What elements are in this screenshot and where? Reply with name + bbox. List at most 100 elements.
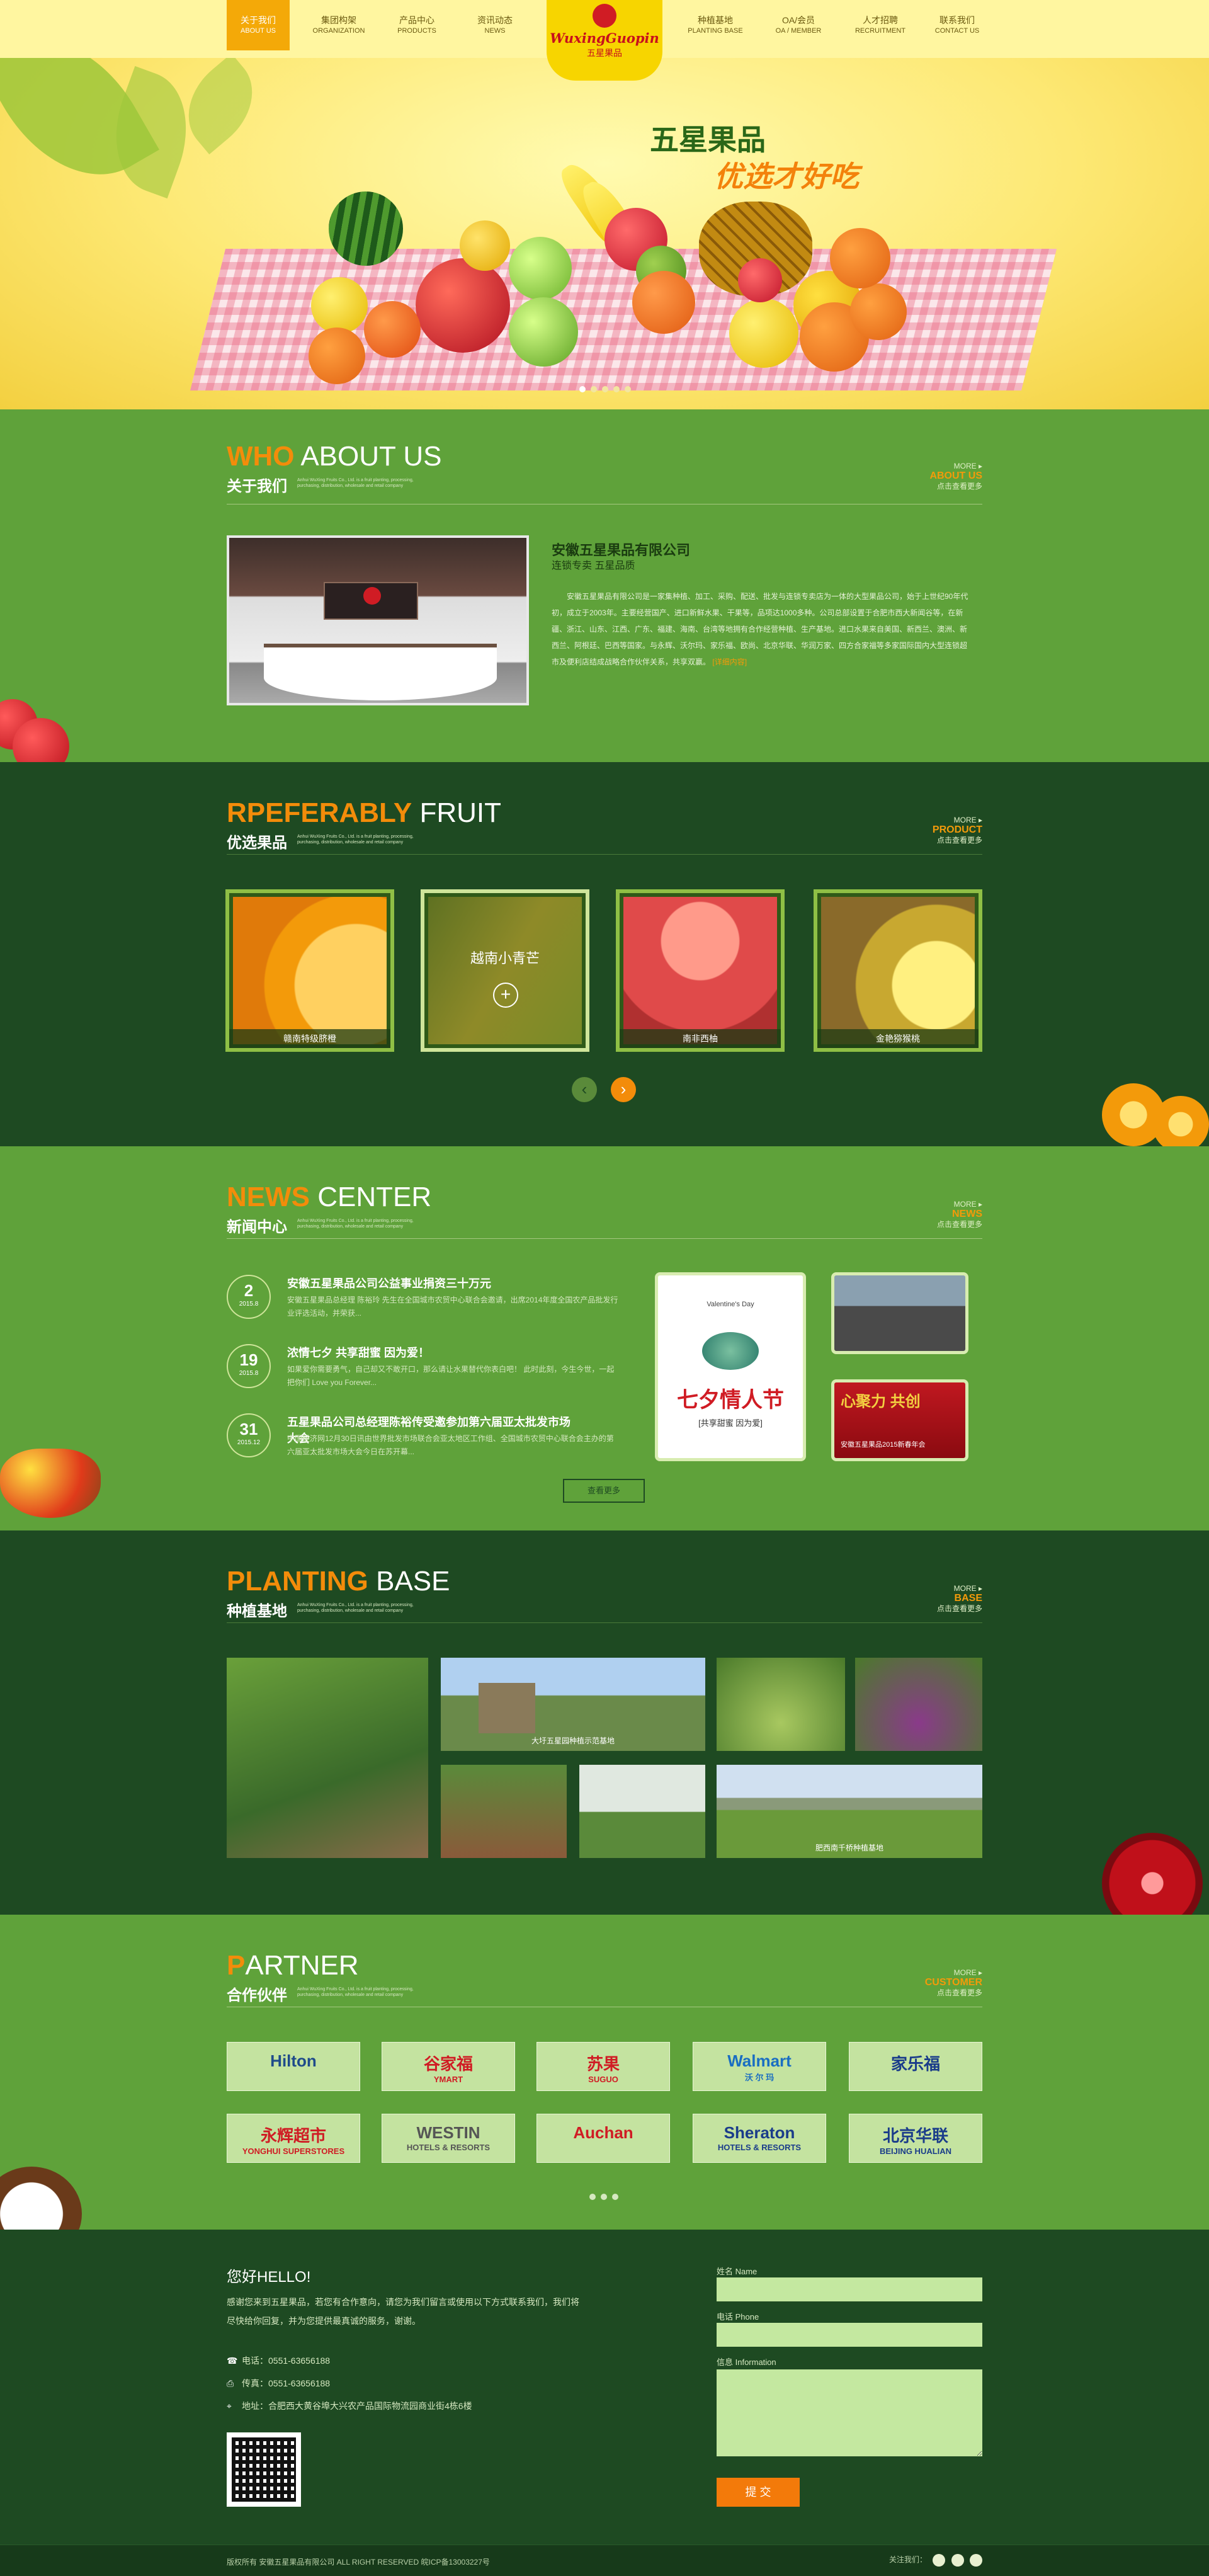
- nav-item-organization[interactable]: 集团构架 ORGANIZATION: [307, 0, 370, 50]
- plus-icon[interactable]: +: [493, 983, 518, 1008]
- planting-more-link[interactable]: MORE ▸ BASE 点击查看更多: [937, 1583, 982, 1614]
- products-more-link[interactable]: MORE ▸ PRODUCT 点击查看更多: [933, 815, 982, 845]
- phone-input[interactable]: [717, 2323, 982, 2347]
- planting-photo-demo-base[interactable]: 大圩五星园种植示范基地: [441, 1658, 705, 1751]
- news-summary: 如果爱你需要勇气，自己却又不敢开口，那么请让水果替代你表白吧！ 此时此刻，今生今…: [287, 1365, 615, 1387]
- weibo-icon[interactable]: [951, 2554, 964, 2567]
- news-photo-annual[interactable]: 心聚力 共创 安徽五星果品2015新春年会: [831, 1379, 968, 1461]
- news-more-link[interactable]: MORE ▸ NEWS 点击查看更多: [937, 1199, 982, 1229]
- hero-slogan-1: 五星果品: [650, 123, 766, 157]
- news-photo-event[interactable]: [831, 1272, 968, 1354]
- product-name: 越南小青芒: [470, 950, 540, 966]
- divider: [227, 854, 982, 855]
- slider-dot[interactable]: [612, 2194, 618, 2200]
- next-arrow-icon[interactable]: ›: [611, 1077, 636, 1102]
- partner-logo[interactable]: 北京华联 BEIJING HUALIAN: [849, 2114, 982, 2163]
- location-icon: ⌖: [227, 2401, 232, 2411]
- partners-title: PARTNER 合作伙伴 Anhui WuXing Fruits Co., Lt…: [227, 1950, 414, 2004]
- planting-photo-grapes-purple[interactable]: [855, 1658, 982, 1751]
- news-title[interactable]: 安徽五星果品公司公益事业捐资三十万元: [287, 1275, 491, 1291]
- nav-item-about[interactable]: 关于我们 ABOUT US: [227, 0, 290, 50]
- fruit-basket-decoration: [0, 1449, 101, 1518]
- product-card[interactable]: 南非西柚: [616, 889, 785, 1052]
- partner-logo[interactable]: WESTIN HOTELS & RESORTS: [382, 2114, 515, 2163]
- product-name: 南非西柚: [620, 1029, 781, 1048]
- product-hover-overlay: 越南小青芒 +: [428, 897, 582, 1044]
- reception-desk: [264, 644, 497, 700]
- slider-dot[interactable]: [591, 386, 597, 392]
- hero-slider-dots[interactable]: [577, 384, 633, 396]
- footer-address: ⌖ 地址：合肥西大黄谷埠大兴农产品国际物流园商业街4栋6楼: [227, 2401, 472, 2411]
- company-slogan: 连锁专卖 五星品质: [552, 561, 635, 571]
- about-section: WHO ABOUT US 关于我们 Anhui WuXing Fruits Co…: [0, 409, 1209, 775]
- site-logo[interactable]: WuxingGuopin 五星果品: [547, 0, 662, 81]
- hero-slogan-2: 优选才好吃: [714, 159, 859, 193]
- logo-text-cn: 五星果品: [587, 48, 622, 58]
- top-nav: 关于我们 ABOUT US 集团构架 ORGANIZATION 产品中心 PRODUC…: [0, 0, 1209, 81]
- nav-item-recruitment[interactable]: 人才招聘 RECRUITMENT: [849, 0, 912, 50]
- news-summary: 中国经济网12月30日讯由世界批发市场联合会亚太地区工作组、全国城市农贸中心联合…: [287, 1434, 614, 1456]
- planting-photo-greenhouse[interactable]: [579, 1765, 705, 1858]
- slider-dot[interactable]: [579, 386, 586, 392]
- slider-dot[interactable]: [625, 386, 631, 392]
- product-card[interactable]: 赣南特级脐橙: [225, 889, 394, 1052]
- name-input[interactable]: [717, 2277, 982, 2301]
- lemon: [311, 277, 368, 334]
- product-image-grapefruit: [623, 897, 777, 1044]
- partner-logo[interactable]: 苏果 SUGUO: [536, 2042, 670, 2091]
- nav-item-products[interactable]: 产品中心 PRODUCTS: [385, 0, 448, 50]
- partner-logo[interactable]: 谷家福 YMART: [382, 2042, 515, 2091]
- phone-icon: ☎: [227, 2356, 238, 2366]
- product-card[interactable]: 越南小青芒 +: [421, 889, 589, 1052]
- planting-photo-vineyard[interactable]: 肥西南千桥种植基地: [717, 1765, 982, 1858]
- product-card[interactable]: 金艳猕猴桃: [814, 889, 982, 1052]
- partner-logo[interactable]: Auchan: [536, 2114, 670, 2163]
- nav-item-planting[interactable]: 种植基地 PLANTING BASE: [684, 0, 747, 50]
- partner-logo[interactable]: 永辉超市 YONGHUI SUPERSTORES: [227, 2114, 360, 2163]
- slider-dot[interactable]: [589, 2194, 596, 2200]
- qq-icon[interactable]: [933, 2554, 946, 2567]
- planting-photo-orchard[interactable]: [227, 1658, 428, 1858]
- partner-logo[interactable]: Sheraton HOTELS & RESORTS: [693, 2114, 826, 2163]
- orange-decoration: [1152, 1096, 1209, 1153]
- nav-item-oa[interactable]: OA/会员 OA / MEMBER: [767, 0, 830, 50]
- partners-more-link[interactable]: MORE ▸ CUSTOMER 点击查看更多: [925, 1968, 982, 1998]
- slider-dot[interactable]: [601, 2194, 607, 2200]
- products-title: RPEFERABLY FRUIT 优选果品 Anhui WuXing Fruit…: [227, 797, 501, 852]
- partner-logo[interactable]: 家乐福: [849, 2042, 982, 2091]
- nav-item-news[interactable]: 资讯动态 NEWS: [463, 0, 526, 50]
- about-title: WHO ABOUT US 关于我们 Anhui WuXing Fruits Co…: [227, 441, 442, 495]
- product-name: 赣南特级脐橙: [229, 1029, 390, 1048]
- submit-button[interactable]: 提 交: [717, 2478, 800, 2507]
- partner-logo[interactable]: Walmart 沃 尔 玛: [693, 2042, 826, 2091]
- news-poster-qixi[interactable]: Valentine's Day 七夕情人节 [共享甜蜜 因为爱]: [655, 1272, 806, 1461]
- planting-photo-grapes-green[interactable]: [717, 1658, 845, 1751]
- news-view-more-button[interactable]: 查看更多: [563, 1479, 645, 1503]
- follow-us: 关注我们：: [889, 2554, 982, 2567]
- poster-subtitle: [共享甜蜜 因为爱]: [698, 1418, 763, 1428]
- name-label: 姓名 Name: [717, 2267, 758, 2276]
- partner-name: Sheraton: [724, 2123, 795, 2142]
- prev-arrow-icon[interactable]: ‹: [572, 1077, 597, 1102]
- partner-subname: HOTELS & RESORTS: [406, 2143, 491, 2152]
- slider-dot[interactable]: [602, 386, 608, 392]
- partner-subname: YMART: [433, 2075, 463, 2084]
- news-date: 31 2015.12: [227, 1413, 271, 1457]
- news-date: 19 2015.8: [227, 1344, 271, 1388]
- wechat-icon[interactable]: [970, 2554, 982, 2567]
- company-description: 安徽五星果品有限公司是一家集种植、加工、采购、配送、批发与连锁专卖店为一体的大型…: [552, 592, 968, 666]
- about-more-link[interactable]: MORE ▸ ABOUT US 点击查看更多: [929, 461, 982, 491]
- news-title[interactable]: 浓情七夕 共享甜蜜 因为爱！: [287, 1344, 429, 1360]
- info-textarea[interactable]: [717, 2369, 982, 2456]
- partner-logo[interactable]: Hilton: [227, 2042, 360, 2091]
- office-logo-wall: [324, 582, 418, 620]
- footer-intro: 感谢您来到五星果品，若您有合作意向，请您为我们留言或使用以下方式联系我们，我们将…: [227, 2297, 579, 2326]
- news-section: NEWS CENTER 新闻中心 Anhui WuXing Fruits Co.…: [0, 1146, 1209, 1530]
- nav-item-contact[interactable]: 联系我们 CONTACT US: [926, 0, 989, 50]
- planting-photo-vine-path[interactable]: [441, 1765, 567, 1858]
- slider-dot[interactable]: [613, 386, 620, 392]
- qr-code: [227, 2432, 301, 2507]
- partner-slider-dots[interactable]: [587, 2192, 621, 2203]
- footer-contact: [0, 2230, 1209, 2545]
- detail-link[interactable]: [详细内容]: [712, 658, 747, 666]
